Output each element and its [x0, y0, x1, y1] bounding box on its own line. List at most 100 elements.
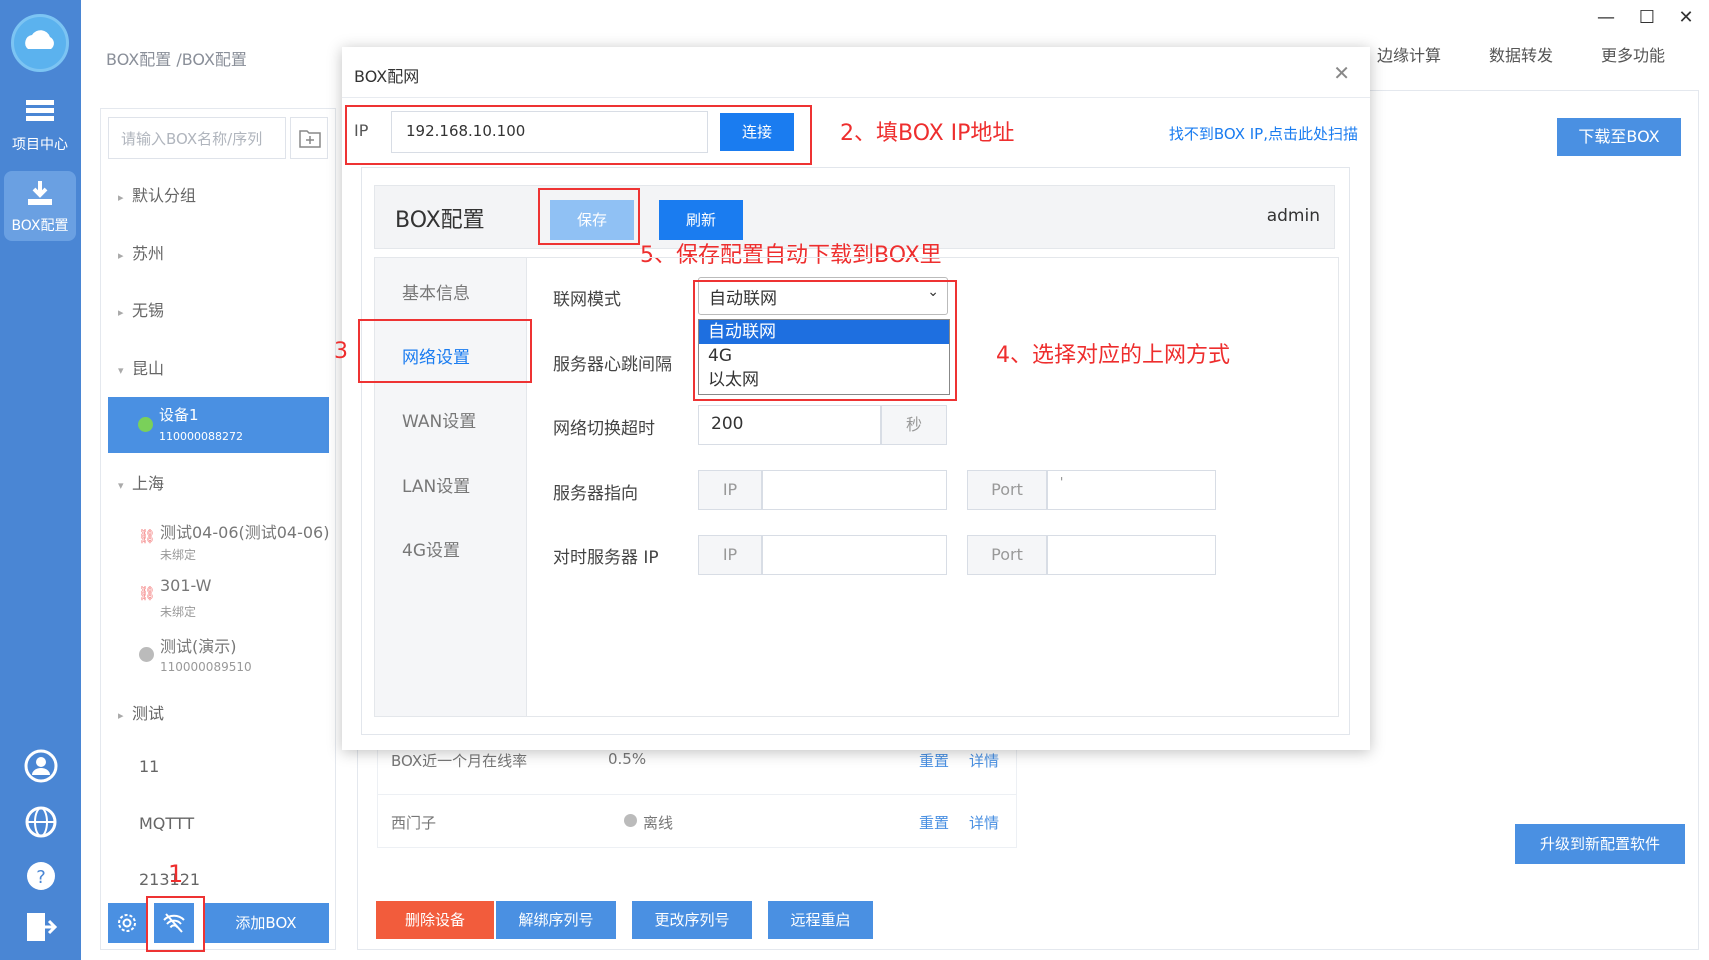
unbind-sn-button[interactable]: 解绑序列号 — [496, 901, 616, 939]
maximize-button[interactable]: ☐ — [1627, 4, 1667, 32]
tree-group-wuxi[interactable]: ▸ 无锡 — [118, 297, 164, 321]
offline-status-dot — [139, 647, 154, 662]
row-value: 0.5% — [608, 750, 647, 768]
time-server-port-input[interactable] — [1047, 535, 1216, 575]
user-icon[interactable] — [23, 748, 59, 784]
remote-restart-button[interactable]: 远程重启 — [768, 901, 873, 939]
add-folder-button[interactable] — [290, 117, 328, 159]
reset-link[interactable]: 重置 — [919, 812, 949, 833]
device-name: 301-W — [160, 576, 212, 595]
config-title: BOX配置 — [395, 208, 485, 233]
server-ip-addon: IP — [698, 470, 762, 510]
server-port-addon: Port — [967, 470, 1047, 510]
svg-text:?: ? — [36, 867, 46, 888]
tree-device-test0406[interactable]: ⛓ 测试04-06(测试04-06) 未绑定 — [138, 519, 333, 567]
folder-add-icon — [299, 130, 321, 148]
settings-button[interactable] — [108, 903, 146, 943]
refresh-button[interactable]: 刷新 — [659, 200, 743, 240]
minimize-button[interactable]: — — [1586, 4, 1626, 32]
change-sn-button[interactable]: 更改序列号 — [632, 901, 752, 939]
tree-group-suzhou[interactable]: ▸ 苏州 — [118, 240, 164, 264]
tree-item-11[interactable]: 11 — [139, 757, 159, 776]
device-name: 设备1 — [159, 406, 199, 424]
annotation-box-tab — [358, 319, 532, 383]
annotation-box-wifi — [146, 896, 205, 952]
box-network-dialog: BOX配网 ✕ IP 192.168.10.100 连接 2、填BOX IP地址… — [334, 47, 1370, 750]
annotation-box-netmode — [693, 280, 957, 401]
tree-group-kunshan[interactable]: ▾ 昆山 — [118, 355, 164, 379]
scan-box-ip-link[interactable]: 找不到BOX IP,点击此处扫描 — [1169, 123, 1358, 144]
device-sn: 110000088272 — [159, 430, 243, 443]
tree-group-default[interactable]: ▸ 默认分组 — [118, 182, 196, 206]
close-window-button[interactable]: ✕ — [1666, 4, 1706, 32]
row-label: BOX近一个月在线率 — [391, 752, 528, 770]
tab-lan-settings[interactable]: LAN设置 — [402, 472, 470, 497]
upgrade-config-software-button[interactable]: 升级到新配置软件 — [1515, 824, 1685, 864]
annotation-step-3: 3 — [334, 339, 348, 364]
offline-status-dot — [624, 814, 637, 827]
download-icon — [28, 181, 52, 205]
table-row: 西门子 离线 重置 详情 — [378, 794, 1016, 849]
heartbeat-label: 服务器心跳间隔 — [553, 355, 672, 375]
rail-item-label: 项目中心 — [12, 137, 68, 153]
annotation-step-1: 1 — [168, 860, 184, 888]
search-input[interactable]: 请输入BOX名称/序列 — [108, 117, 286, 159]
annotation-box-save — [538, 188, 640, 245]
row-value: 离线 — [643, 814, 674, 832]
dialog-title: BOX配网 — [354, 67, 420, 86]
tree-device-demo[interactable]: 测试(演示) 110000089510 — [138, 633, 333, 681]
server-port-input[interactable]: ' — [1047, 470, 1216, 510]
add-box-button[interactable]: 添加BOX — [203, 903, 329, 943]
box-status-table: BOX近一个月在线率 0.5% 重置 详情 西门子 离线 重置 详情 — [377, 738, 1017, 848]
tab-wan-settings[interactable]: WAN设置 — [402, 407, 476, 432]
device-sn: 110000089510 — [160, 660, 252, 674]
time-server-ip-addon: IP — [698, 535, 762, 575]
device-name: 测试(演示) — [160, 637, 237, 656]
tree-group-test[interactable]: ▸ 测试 — [118, 700, 164, 724]
annotation-step-4: 4、选择对应的上网方式 — [996, 343, 1230, 368]
device-status: 未绑定 — [160, 605, 197, 619]
switch-timeout-input[interactable]: 200 — [698, 405, 881, 445]
exit-icon[interactable] — [23, 910, 59, 944]
tree-item-mqttt[interactable]: MQTTT — [139, 814, 194, 833]
help-icon[interactable]: ? — [23, 858, 59, 894]
switch-timeout-label: 网络切换超时 — [553, 419, 655, 439]
device-status: 未绑定 — [160, 548, 197, 562]
unbind-icon: ⛓ — [138, 529, 156, 545]
tree-device-selected[interactable]: 设备1 110000088272 — [108, 397, 329, 453]
current-user: admin — [1266, 206, 1320, 226]
row-label: 西门子 — [391, 814, 437, 832]
net-mode-label: 联网模式 — [553, 290, 621, 310]
divider — [342, 97, 1370, 98]
time-server-label: 对时服务器 IP — [553, 548, 659, 568]
tree-device-301w[interactable]: ⛓ 301-W 未绑定 — [138, 576, 333, 624]
breadcrumb: BOX配置 /BOX配置 — [106, 50, 247, 69]
rail-item-project-center[interactable]: 项目中心 — [4, 90, 76, 160]
detail-link[interactable]: 详情 — [969, 750, 999, 771]
app-logo — [11, 14, 69, 72]
unit-seconds: 秒 — [881, 405, 947, 445]
tab-basic-info[interactable]: 基本信息 — [402, 279, 470, 304]
close-icon[interactable]: ✕ — [1333, 61, 1350, 85]
tree-group-shanghai[interactable]: ▾ 上海 — [118, 470, 164, 494]
globe-icon[interactable] — [23, 804, 59, 840]
server-label: 服务器指向 — [553, 484, 638, 504]
tab-4g-settings[interactable]: 4G设置 — [402, 536, 460, 561]
nav-data-forward[interactable]: 数据转发 — [1489, 42, 1553, 66]
nav-edge-compute[interactable]: 边缘计算 — [1377, 42, 1441, 66]
device-name: 测试04-06(测试04-06) — [160, 523, 330, 542]
reset-link[interactable]: 重置 — [919, 750, 949, 771]
server-ip-input[interactable] — [762, 470, 947, 510]
annotation-step-2: 2、填BOX IP地址 — [840, 121, 1015, 146]
rail-item-label: BOX配置 — [11, 218, 69, 234]
download-to-box-button[interactable]: 下载至BOX — [1557, 118, 1681, 156]
list-icon — [26, 100, 54, 121]
time-server-ip-input[interactable] — [762, 535, 947, 575]
nav-more[interactable]: 更多功能 — [1601, 42, 1665, 66]
online-status-dot — [138, 417, 153, 432]
rail-item-box-config[interactable]: BOX配置 — [4, 171, 76, 241]
delete-device-button[interactable]: 删除设备 — [376, 901, 494, 939]
unbind-icon: ⛓ — [138, 586, 156, 602]
detail-link[interactable]: 详情 — [969, 812, 999, 833]
time-server-port-addon: Port — [967, 535, 1047, 575]
